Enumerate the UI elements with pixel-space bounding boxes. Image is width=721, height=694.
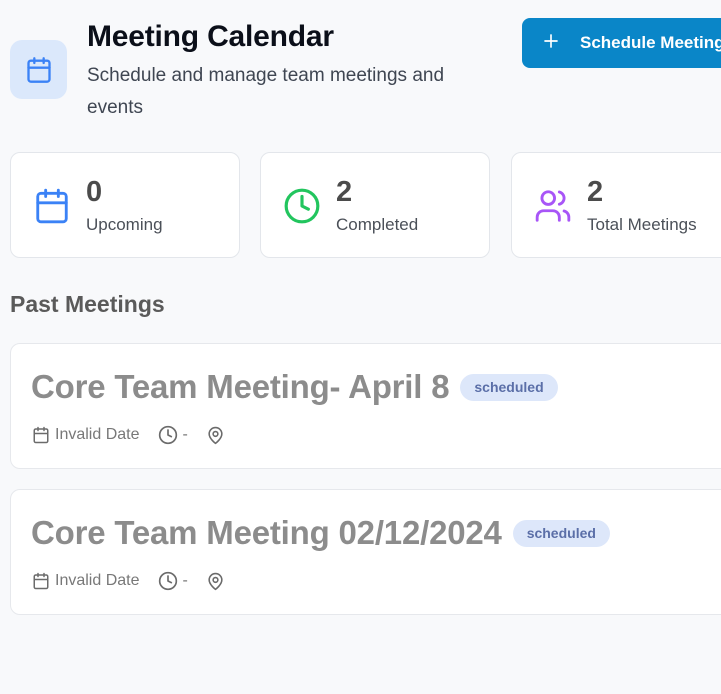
stat-value: 2 <box>587 176 604 208</box>
page-subtitle: Schedule and manage team meetings and ev… <box>87 65 445 118</box>
meeting-card[interactable]: Core Team Meeting 02/12/2024 scheduled I… <box>10 489 721 615</box>
meeting-time: - <box>182 572 188 589</box>
past-meetings-heading: Past Meetings <box>10 291 165 317</box>
schedule-meeting-button[interactable]: Schedule Meeting <box>522 18 721 68</box>
status-badge: scheduled <box>460 373 558 401</box>
meeting-date: Invalid Date <box>55 426 140 443</box>
plus-icon <box>542 32 560 55</box>
stat-value: 0 <box>86 176 103 208</box>
stat-label: Completed <box>336 215 419 234</box>
calendar-icon <box>33 187 71 225</box>
stat-card-total: 2 Total Meetings <box>511 152 721 258</box>
calendar-icon <box>32 426 50 444</box>
page-title: Meeting Calendar <box>87 20 334 53</box>
meeting-calendar-page: Meeting Calendar Schedule and manage tea… <box>0 0 721 694</box>
stat-card-upcoming: 0 Upcoming <box>10 152 240 258</box>
meeting-title: Core Team Meeting 02/12/2024 <box>31 514 502 551</box>
calendar-icon <box>32 572 50 590</box>
meeting-card[interactable]: Core Team Meeting- April 8 scheduled Inv… <box>10 343 721 469</box>
clock-icon <box>158 571 178 591</box>
status-badge: scheduled <box>512 519 610 547</box>
map-pin-icon <box>206 426 225 445</box>
meeting-title: Core Team Meeting- April 8 <box>31 368 450 405</box>
clock-icon <box>158 425 178 445</box>
stat-value: 2 <box>336 176 353 208</box>
map-pin-icon <box>206 572 225 591</box>
meeting-time: - <box>182 426 188 443</box>
clock-icon <box>283 187 321 225</box>
stat-label: Total Meetings <box>587 215 697 234</box>
header-calendar-icon <box>10 40 67 99</box>
meeting-date: Invalid Date <box>55 572 140 589</box>
stat-card-completed: 2 Completed <box>260 152 490 258</box>
stat-label: Upcoming <box>86 215 163 234</box>
users-icon <box>534 187 572 225</box>
schedule-meeting-label: Schedule Meeting <box>580 33 721 52</box>
